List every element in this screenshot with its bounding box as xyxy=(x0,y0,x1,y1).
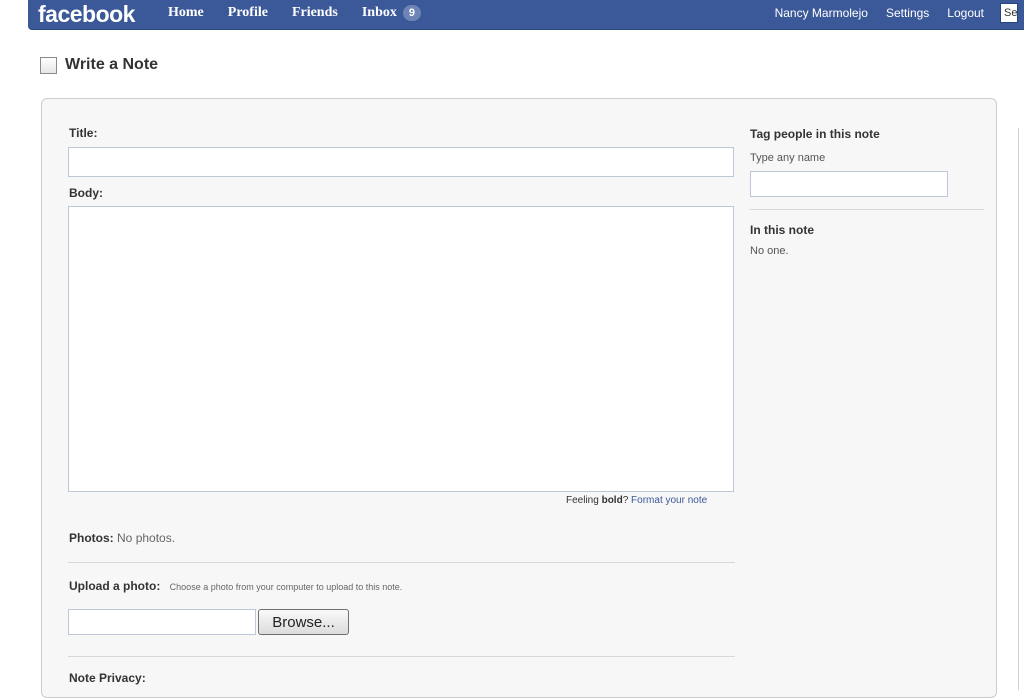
title-label: Title: xyxy=(69,126,98,140)
tag-hint: Type any name xyxy=(750,152,826,164)
nav-home[interactable]: Home xyxy=(168,5,204,21)
page-header: Write a Note xyxy=(40,56,158,74)
format-hint: Feeling bold? Format your note xyxy=(566,495,707,506)
nav-inbox[interactable]: Inbox xyxy=(362,5,397,21)
primary-nav: Home Profile Friends Inbox 9 xyxy=(168,0,421,26)
tag-people-input[interactable] xyxy=(750,171,948,197)
divider xyxy=(68,562,735,563)
upload-label: Upload a photo: xyxy=(69,579,161,593)
divider xyxy=(68,656,735,657)
upload-hint: Choose a photo from your computer to upl… xyxy=(169,582,403,592)
top-navigation-bar: facebook Home Profile Friends Inbox 9 Na… xyxy=(28,0,1024,30)
body-label: Body: xyxy=(69,186,103,200)
photos-label: Photos: xyxy=(69,531,114,545)
feeling-question: ? xyxy=(622,495,629,506)
tag-people-heading: Tag people in this note xyxy=(750,127,880,141)
account-nav: Nancy Marmolejo Settings Logout Se xyxy=(775,0,1018,26)
in-this-note-heading: In this note xyxy=(750,223,814,237)
nav-user-name[interactable]: Nancy Marmolejo xyxy=(775,6,868,20)
nav-logout[interactable]: Logout xyxy=(947,6,984,20)
note-icon xyxy=(40,56,57,74)
nav-profile[interactable]: Profile xyxy=(228,5,268,21)
format-note-link[interactable]: Format your note xyxy=(631,495,707,506)
file-path-input[interactable] xyxy=(68,609,256,635)
upload-row: Upload a photo: Choose a photo from your… xyxy=(69,579,402,593)
note-privacy-label: Note Privacy: xyxy=(69,671,146,685)
note-form-panel: Title: Body: Feeling bold? Format your n… xyxy=(41,98,997,698)
search-input[interactable]: Se xyxy=(1000,3,1018,23)
feeling-bold: bold xyxy=(601,495,623,506)
body-textarea[interactable] xyxy=(68,206,734,492)
scrollbar-track[interactable] xyxy=(1018,128,1019,690)
facebook-logo[interactable]: facebook xyxy=(38,1,135,27)
in-this-note-value: No one. xyxy=(750,245,789,257)
nav-settings[interactable]: Settings xyxy=(886,6,929,20)
page-title: Write a Note xyxy=(65,56,159,73)
title-input[interactable] xyxy=(68,147,734,177)
photos-row: Photos: No photos. xyxy=(69,531,175,545)
nav-friends[interactable]: Friends xyxy=(292,5,338,21)
feeling-prefix: Feeling xyxy=(566,495,599,506)
photos-value: No photos. xyxy=(117,531,176,545)
inbox-count-badge[interactable]: 9 xyxy=(402,5,421,21)
divider xyxy=(750,209,984,210)
browse-button[interactable]: Browse... xyxy=(258,609,349,635)
